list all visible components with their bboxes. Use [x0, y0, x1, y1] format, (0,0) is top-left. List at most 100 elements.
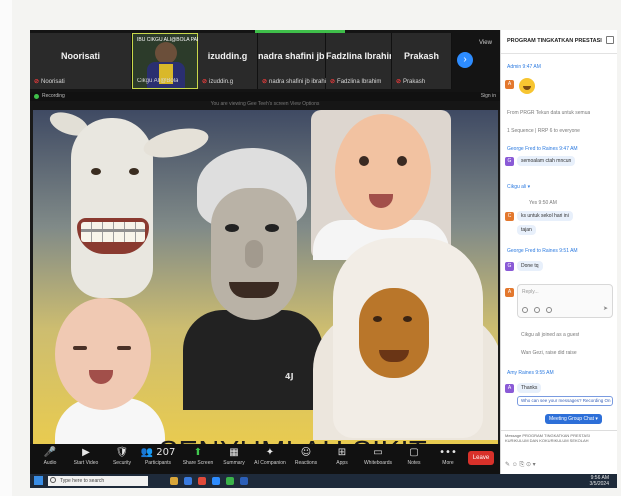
- muted-mic-icon: ⊘: [202, 79, 208, 85]
- participant-label: ⊘ izuddin.g: [202, 79, 234, 85]
- goat-picture: [71, 118, 153, 298]
- popout-icon[interactable]: [606, 36, 614, 44]
- old-man-nose: [245, 240, 263, 268]
- chat-input[interactable]: Message PROGRAM TINGKATKAN PRESTASI KURI…: [501, 430, 617, 474]
- goat-eye: [129, 168, 139, 175]
- emoji-icon[interactable]: [522, 307, 528, 313]
- taskbar-clock: 9:56 AM 3/5/2024: [590, 475, 609, 487]
- avatar: A: [505, 80, 514, 89]
- smiling-baby-picture: [335, 114, 431, 230]
- chat-sender: Amy Raines 9:55 AM: [507, 370, 554, 376]
- sparkle-icon: ✦: [265, 447, 275, 458]
- windows-start-icon[interactable]: [34, 476, 43, 485]
- goat-eye: [91, 168, 101, 175]
- baby-eye: [73, 346, 87, 350]
- chrome-browser-icon[interactable]: [198, 477, 206, 485]
- recording-label: Recording: [42, 93, 65, 99]
- baby-eye: [397, 156, 407, 166]
- audio-button[interactable]: 🎤 Audio: [30, 446, 70, 472]
- shared-screen: 4J SENYUMLAH SIKIT ✎: [33, 110, 498, 475]
- participant-name: Fadzlina Ibrahim: [326, 51, 391, 61]
- clock-date: 3/5/2024: [589, 481, 609, 487]
- monkey-face: [359, 288, 429, 378]
- edge-browser-icon[interactable]: [184, 477, 192, 485]
- participant-label: ⊘ Prakash: [396, 79, 426, 85]
- format-icon[interactable]: [546, 307, 552, 313]
- attach-icon[interactable]: [534, 307, 540, 313]
- participant-tile[interactable]: izuddin.g ⊘ izuddin.g: [198, 33, 258, 89]
- reply-placeholder: Reply...: [522, 289, 539, 295]
- send-icon[interactable]: ➤: [603, 305, 608, 312]
- apps-grid-icon: ⊞: [337, 447, 347, 458]
- participant-label: ⊘ Noorisati: [34, 79, 65, 85]
- chat-input-placeholder: Message PROGRAM TINGKATKAN PRESTASI KURI…: [505, 433, 590, 443]
- chat-message: ks untuk sekol hari ini: [517, 211, 573, 221]
- participant-label: ⊘ Fadzlina Ibrahim: [330, 79, 382, 85]
- participant-tile[interactable]: Noorisati ⊘ Noorisati: [30, 33, 132, 89]
- avatar: A: [505, 288, 514, 297]
- whiteboards-button[interactable]: ▭ Whiteboards: [358, 446, 398, 472]
- zoom-meeting-window: Noorisati ⊘ Noorisati IBU CIKGU ALI@BOLA …: [30, 30, 617, 488]
- windows-taskbar: Type here to search 9:56 AM 3/5/2024: [30, 474, 617, 488]
- next-page-arrow-icon[interactable]: ›: [457, 52, 473, 68]
- people-icon: 👥 207: [140, 447, 176, 458]
- taskbar-search-input[interactable]: Type here to search: [48, 476, 148, 486]
- muted-mic-icon: ⊘: [262, 79, 268, 85]
- chat-message: tajan: [517, 225, 536, 235]
- meeting-group-chat-selector[interactable]: Meeting Group Chat ▾: [545, 414, 602, 424]
- file-explorer-icon[interactable]: [170, 477, 178, 485]
- participant-tile[interactable]: nadra shafini jb... ⊘ nadra shafini jb ib…: [258, 33, 331, 89]
- search-icon: [50, 477, 56, 483]
- participant-label: Cikgu Ali@Bola: [137, 78, 179, 84]
- participant-name: izuddin.g: [207, 51, 248, 61]
- view-button[interactable]: View: [479, 40, 492, 46]
- format-toolbar-icons[interactable]: ✎ ☺ ⎘ ⊙ ▾: [505, 461, 536, 469]
- chat-sender: Admin 9:47 AM: [507, 64, 541, 70]
- baby-eye: [359, 156, 369, 166]
- chat-system-message: Cikgu ali joined as a guest: [521, 332, 580, 338]
- muted-mic-icon: ⊘: [34, 79, 40, 85]
- screen-share-notice[interactable]: You are viewing Gee Teeh's screen View O…: [30, 101, 500, 110]
- chat-sender: Cikgu ali ▾: [507, 184, 531, 190]
- old-man-eye: [265, 224, 279, 232]
- participants-button[interactable]: 👥 207 Participants: [138, 446, 178, 472]
- more-button[interactable]: ••• More: [428, 446, 468, 472]
- sign-in-link[interactable]: Sign in: [481, 93, 496, 99]
- participant-tile[interactable]: Prakash ⊘ Prakash: [392, 33, 452, 89]
- old-man-eye: [225, 224, 239, 232]
- reactions-button[interactable]: ☺ Reactions: [286, 446, 326, 472]
- chat-sender: George Fred to Raines 9:47 AM: [507, 146, 578, 152]
- microphone-icon: 🎤: [43, 447, 57, 458]
- word-icon[interactable]: [240, 477, 248, 485]
- excel-icon[interactable]: [226, 477, 234, 485]
- avatar: G: [505, 262, 514, 271]
- goat-teeth: [81, 222, 145, 242]
- zoom-app-icon[interactable]: [212, 477, 220, 485]
- share-screen-button[interactable]: ⬆ Share Screen: [178, 446, 218, 472]
- ellipsis-icon: •••: [439, 447, 457, 458]
- video-camera-icon: ▶: [82, 447, 90, 458]
- participant-tile[interactable]: Fadzlina Ibrahim ⊘ Fadzlina Ibrahim: [326, 33, 392, 89]
- chat-panel: PROGRAM TINGKATKAN PRESTASI K... Admin 9…: [500, 30, 617, 474]
- muted-mic-icon: ⊘: [330, 79, 336, 85]
- chat-header: PROGRAM TINGKATKAN PRESTASI K...: [501, 30, 617, 54]
- chat-message: Done tq: [517, 261, 543, 271]
- participant-video-tile[interactable]: IBU CIKGU ALI@BOLA PADANG Cikgu Ali@Bola: [132, 33, 211, 89]
- ai-companion-button[interactable]: ✦ AI Companion: [250, 446, 290, 472]
- smiley-emoji-icon: [519, 78, 535, 94]
- start-video-button[interactable]: ▶ Start Video: [66, 446, 106, 472]
- summary-button[interactable]: ▦ Summary: [214, 446, 254, 472]
- avatar: G: [505, 157, 514, 166]
- participant-name: Prakash: [403, 51, 440, 61]
- chat-message: Thanks: [517, 383, 542, 393]
- participant-strip: Noorisati ⊘ Noorisati IBU CIKGU ALI@BOLA …: [30, 30, 500, 92]
- whiteboard-icon: ▭: [373, 447, 383, 458]
- security-button[interactable]: 🛡 Security: [102, 446, 142, 472]
- share-arrow-icon: ⬆: [193, 447, 203, 458]
- meeting-toolbar: 🎤 Audio ▶ Start Video 🛡 Security 👥 207 Parti…: [30, 444, 500, 474]
- message-visibility-notice[interactable]: Who can see your messages? Recording On: [517, 396, 613, 406]
- apps-button[interactable]: ⊞ Apps: [322, 446, 362, 472]
- leave-button[interactable]: Leave: [468, 451, 494, 465]
- participant-video-head: [155, 42, 177, 64]
- reply-box[interactable]: Reply... ➤: [517, 284, 613, 318]
